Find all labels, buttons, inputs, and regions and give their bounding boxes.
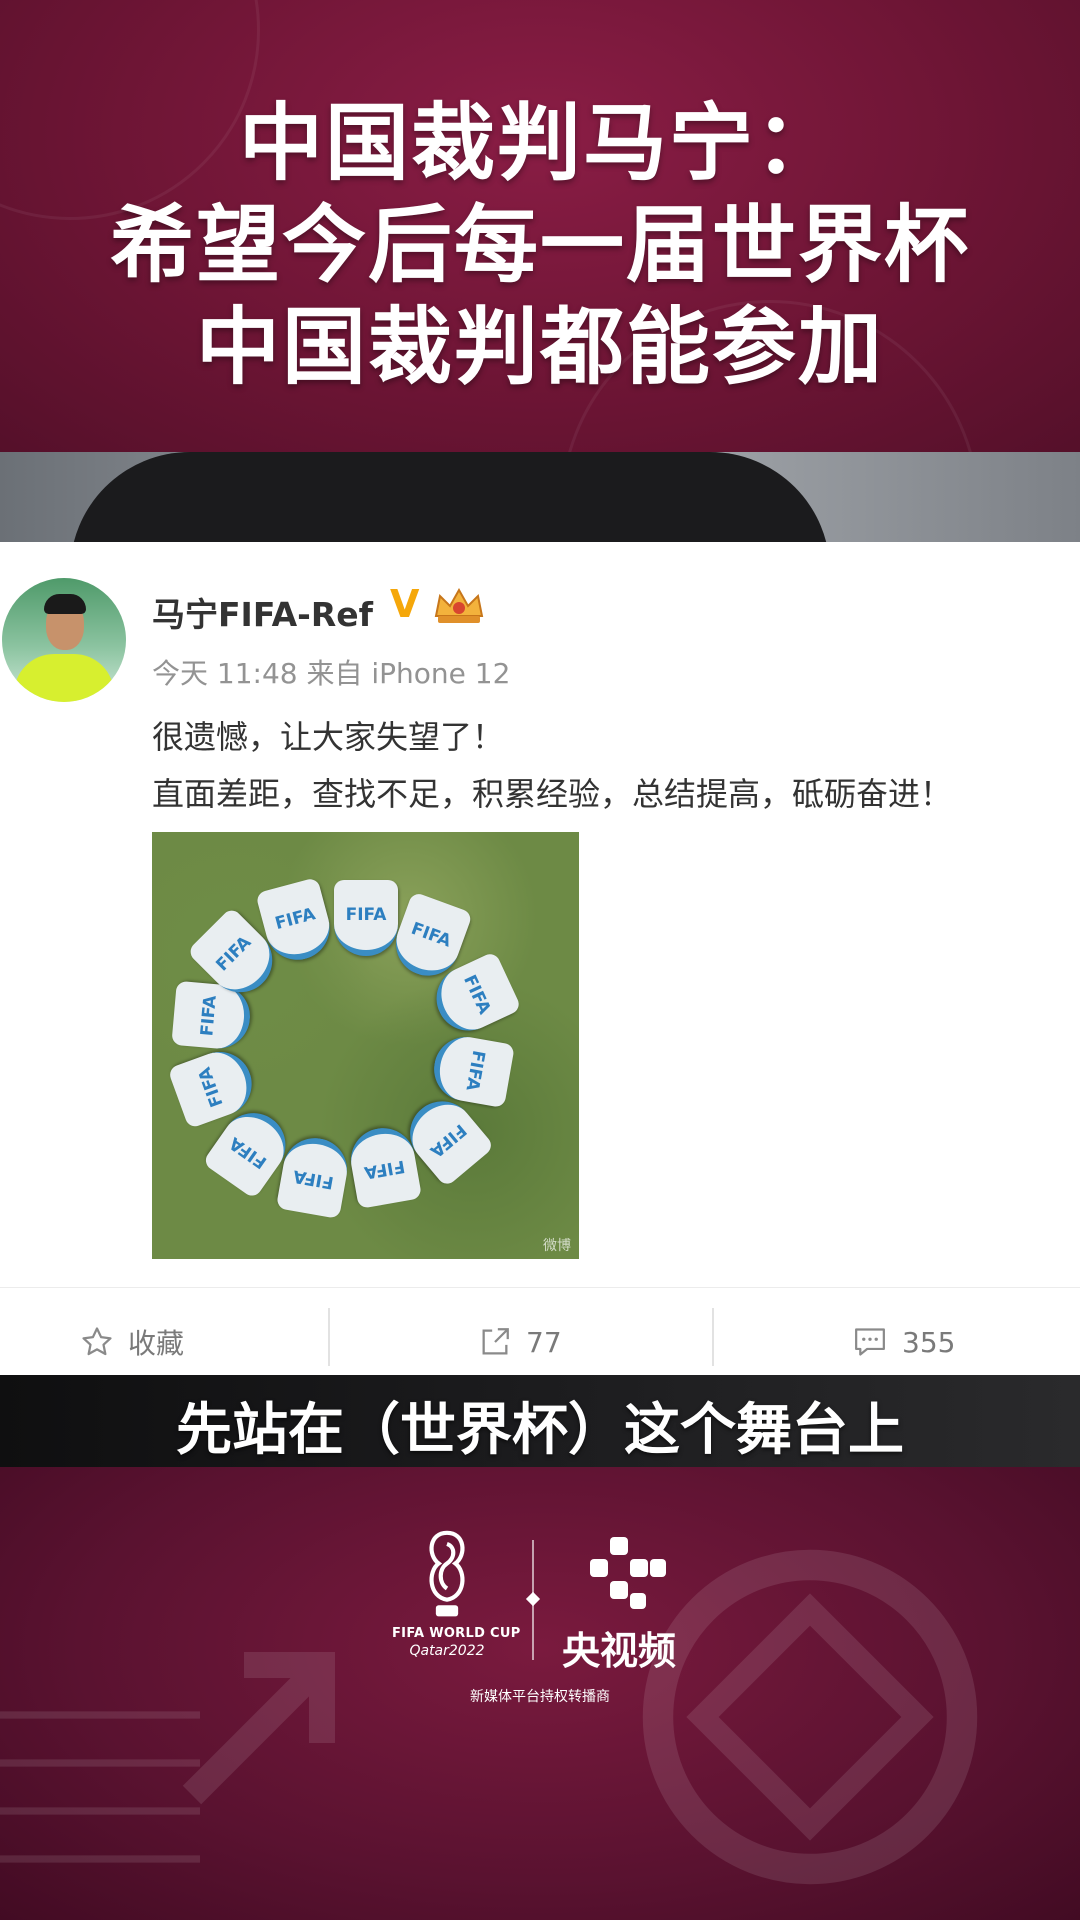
image-watermark: 微博 [543,1238,571,1254]
headline-line: 中国裁判马宁： [238,94,841,192]
person-silhouette [70,452,830,542]
headline-line: 希望今后每一届世界杯 [109,196,970,294]
broadcaster-name: 央视频 [562,1629,677,1673]
share-count: 77 [526,1325,562,1359]
referee-patch: FIFA [275,1133,353,1219]
post-image[interactable]: FIFA FIFA FIFA FIFA FIFA FIFA FIFA FIFA … [152,832,579,1259]
action-bar-divider [0,1287,1080,1288]
headline-line: 中国裁判都能参加 [195,298,884,396]
referee-patch: FIFA [429,1031,515,1109]
video-background [0,452,1080,542]
video-subtitle: 先站在（世界杯）这个舞台上 [176,1398,904,1463]
avatar[interactable] [2,578,126,702]
favorite-label: 收藏 [128,1327,185,1360]
share-button[interactable]: 77 [478,1317,562,1367]
post-meta: 今天 11:48 来自 iPhone 12 [152,657,511,690]
post-text-line: 直面差距，查找不足，积累经验，总结提高，砥砺奋进！ [152,775,953,813]
comment-icon [855,1328,885,1356]
world-cup-label: FIFA WORLD CUP [392,1626,521,1641]
headline-banner: 中国裁判马宁： 希望今后每一届世界杯 中国裁判都能参加 [0,0,1080,452]
action-separator [328,1308,330,1366]
qatar-label: Qatar2022 [409,1643,485,1659]
decorative-pattern [642,1549,978,1885]
fifa-world-cup-logo: FIFA WORLD CUP Qatar2022 [392,1530,521,1659]
comment-button[interactable]: 355 [852,1317,955,1367]
weibo-post-card: 马宁FIFA-Ref V 今天 11:48 来自 iPhone 12 很遗憾，让… [0,542,1080,1375]
share-icon [482,1328,509,1355]
favorite-button[interactable]: 收藏 [80,1317,184,1367]
cctv-video-logo-icon [590,1537,666,1609]
world-cup-trophy-icon [429,1530,465,1617]
headline-title: 中国裁判马宁： 希望今后每一届世界杯 中国裁判都能参加 [0,92,1080,398]
star-icon [82,1327,112,1356]
post-text-line: 很遗憾，让大家失望了！ [152,718,505,756]
post-username[interactable]: 马宁FIFA-Ref [152,588,373,636]
broadcast-rights-label: 新媒体平台持权转播商 [470,1689,610,1705]
comment-count: 355 [902,1325,956,1359]
action-separator [712,1308,714,1366]
referee-patch: FIFA [334,880,398,956]
crown-badge-icon [434,587,484,623]
verified-badge-icon: V [390,582,420,626]
